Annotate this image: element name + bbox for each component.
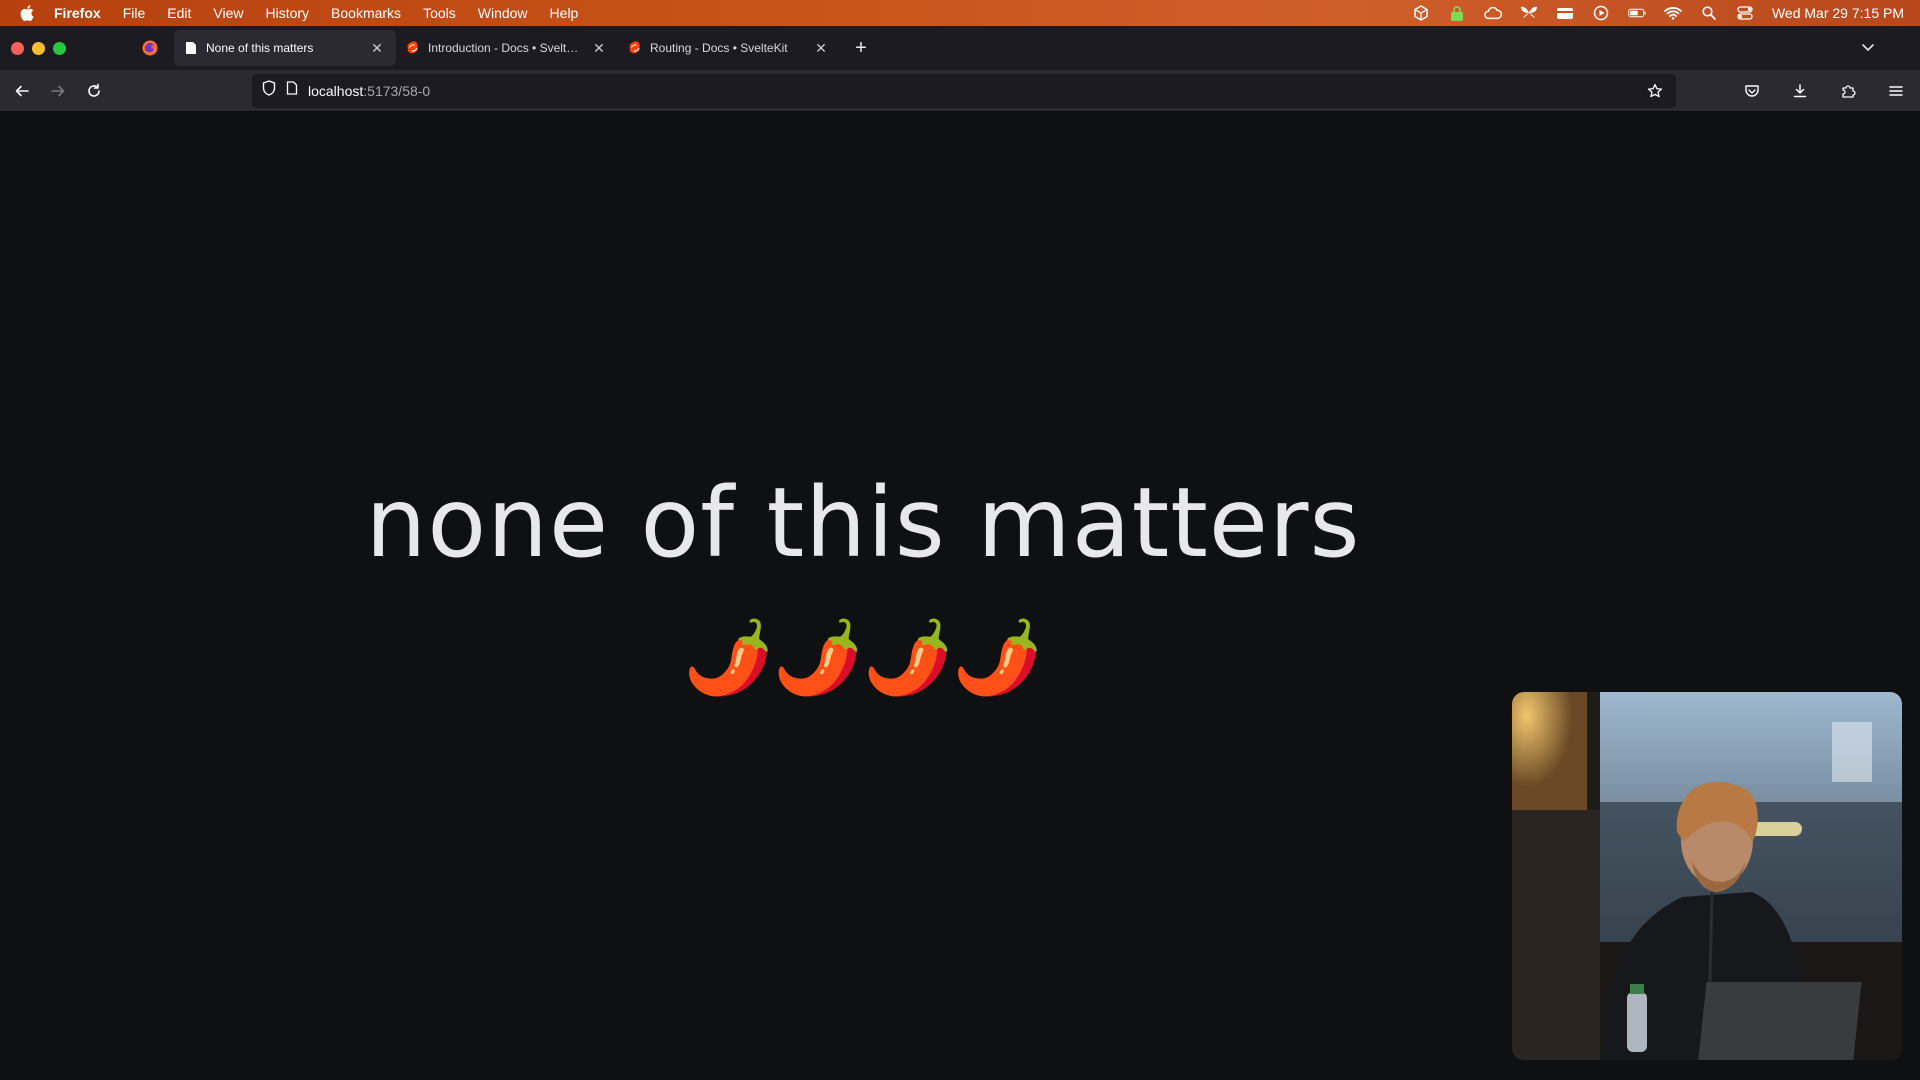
tab-none-of-this-matters[interactable]: None of this matters ✕ — [174, 30, 396, 66]
cube-icon[interactable] — [1412, 5, 1430, 21]
menubar-clock[interactable]: Wed Mar 29 7:15 PM — [1772, 5, 1904, 21]
tab-introduction-docs[interactable]: Introduction - Docs • SvelteKit ✕ — [396, 30, 618, 66]
card-icon[interactable] — [1556, 5, 1574, 21]
presenter-webcam-video — [1512, 692, 1902, 1060]
arrow-right-icon — [51, 85, 65, 96]
menu-help[interactable]: Help — [550, 5, 579, 21]
chili-pepper-emoji-row: 🌶️🌶️🌶️🌶️ — [683, 618, 1043, 698]
menu-bookmarks[interactable]: Bookmarks — [331, 5, 401, 21]
svelte-icon — [406, 41, 420, 55]
menu-tools[interactable]: Tools — [423, 5, 456, 21]
url-path: :5173/58-0 — [363, 82, 431, 99]
forward-button[interactable] — [42, 75, 74, 107]
app-menu-button[interactable] — [1880, 75, 1912, 107]
tab-title: Routing - Docs • SvelteKit — [650, 41, 788, 55]
spotlight-search-icon[interactable] — [1700, 5, 1718, 21]
menu-history[interactable]: History — [265, 5, 309, 21]
url-host: localhost — [308, 82, 364, 99]
window-controls — [11, 41, 66, 55]
reload-button[interactable] — [78, 75, 110, 107]
menu-view[interactable]: View — [213, 5, 243, 21]
pocket-button[interactable] — [1736, 75, 1768, 107]
tab-title: None of this matters — [206, 41, 314, 55]
menu-app-firefox[interactable]: Firefox — [54, 5, 101, 21]
play-circle-icon[interactable] — [1592, 5, 1610, 21]
menu-edit[interactable]: Edit — [167, 5, 191, 21]
page-info-icon[interactable] — [286, 81, 298, 100]
url-text[interactable]: localhost:5173/58-0 — [308, 83, 430, 99]
downloads-button[interactable] — [1784, 75, 1816, 107]
list-all-tabs-button[interactable] — [1856, 36, 1880, 60]
hamburger-menu-icon — [1889, 85, 1903, 96]
page-icon — [184, 41, 198, 55]
macos-menu-bar: Firefox File Edit View History Bookmarks… — [0, 0, 1920, 26]
control-center-icon[interactable] — [1736, 5, 1754, 21]
tab-routing-docs[interactable]: Routing - Docs • SvelteKit ✕ — [618, 30, 840, 66]
close-tab-icon[interactable]: ✕ — [590, 39, 608, 57]
navigation-toolbar: localhost:5173/58-0 — [0, 70, 1920, 112]
url-bar[interactable]: localhost:5173/58-0 — [252, 73, 1676, 108]
extensions-button[interactable] — [1832, 75, 1864, 107]
tab-strip: None of this matters ✕ Introduction - Do… — [0, 26, 1920, 70]
pocket-icon — [1745, 84, 1759, 97]
menu-file[interactable]: File — [123, 5, 146, 21]
puzzle-icon — [1842, 84, 1856, 98]
firefox-view-icon — [142, 40, 158, 56]
back-button[interactable] — [6, 75, 38, 107]
close-window-button[interactable] — [11, 41, 24, 55]
butterfly-icon[interactable] — [1520, 5, 1538, 21]
arrow-left-icon — [15, 85, 29, 96]
minimize-window-button[interactable] — [32, 41, 45, 55]
tracking-protection-shield-icon[interactable] — [262, 80, 276, 101]
new-tab-button[interactable]: + — [846, 33, 876, 63]
download-icon — [1793, 83, 1807, 97]
zoom-window-button[interactable] — [53, 41, 66, 55]
chevron-down-icon — [1862, 44, 1874, 52]
close-tab-icon[interactable]: ✕ — [812, 39, 830, 57]
creative-cloud-icon[interactable] — [1484, 5, 1502, 21]
bookmark-star-icon[interactable] — [1644, 80, 1666, 102]
lock-icon[interactable] — [1448, 5, 1466, 21]
firefox-view-button[interactable] — [132, 30, 168, 66]
svelte-icon — [628, 41, 642, 55]
reload-icon — [88, 83, 100, 97]
apple-menu-icon[interactable] — [16, 3, 38, 23]
wifi-icon[interactable] — [1664, 5, 1682, 21]
presenter-video-frame — [1512, 692, 1902, 1060]
page-headline: none of this matters — [365, 467, 1361, 579]
tab-title: Introduction - Docs • SvelteKit — [428, 41, 582, 55]
menu-window[interactable]: Window — [478, 5, 528, 21]
close-tab-icon[interactable]: ✕ — [368, 39, 386, 57]
battery-icon[interactable] — [1628, 5, 1646, 21]
